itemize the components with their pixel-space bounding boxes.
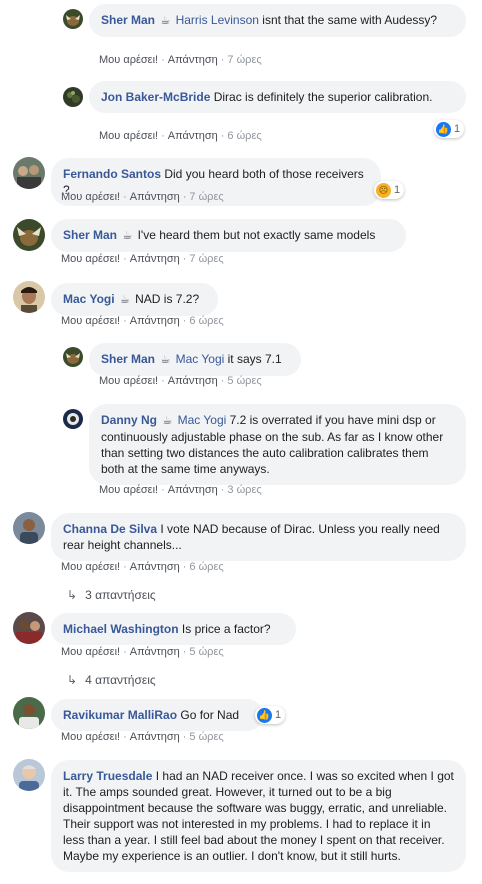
- like-link[interactable]: Μου αρέσει!: [61, 191, 120, 203]
- view-replies-link[interactable]: ↳ 3 απαντήσεις: [67, 588, 156, 602]
- comment-bubble: Ravikumar MalliRao Go for Nad: [51, 699, 263, 731]
- avatar[interactable]: [13, 157, 45, 189]
- comment-actions: Μου αρέσει! · Απάντηση · 3 ώρες: [99, 484, 262, 496]
- comment-actions: Μου αρέσει! · Απάντηση · 6 ώρες: [99, 130, 262, 142]
- comment-bubble: Sher Man ☕ Mac Yogi it says 7.1: [89, 343, 301, 376]
- comment-time[interactable]: 7 ώρες: [227, 54, 261, 66]
- comment-actions: Μου αρέσει! · Απάντηση · 5 ώρες: [99, 375, 262, 387]
- comment-text: Go for Nad: [177, 708, 240, 722]
- reply-arrow-icon: ↳: [67, 588, 78, 602]
- comment-author[interactable]: Ravikumar MalliRao: [63, 708, 177, 722]
- avatar[interactable]: [13, 512, 45, 544]
- comment-time[interactable]: 5 ώρες: [189, 646, 223, 658]
- comment-bubble: Channa De Silva I vote NAD because of Di…: [51, 513, 466, 561]
- comment-author[interactable]: Larry Truesdale: [63, 769, 152, 783]
- like-link[interactable]: Μου αρέσει!: [61, 731, 120, 743]
- reply-link[interactable]: Απάντηση: [130, 646, 180, 658]
- comment-text: NAD is 7.2?: [131, 292, 200, 306]
- reply-link[interactable]: Απάντηση: [168, 130, 218, 142]
- reply-link[interactable]: Απάντηση: [130, 315, 180, 327]
- avatar[interactable]: [13, 759, 45, 791]
- comment-actions: Μου αρέσει! · Απάντηση · 6 ώρες: [61, 561, 224, 573]
- comment-actions: Μου αρέσει! · Απάντηση · 5 ώρες: [61, 646, 224, 658]
- comment-author[interactable]: Sher Man: [63, 228, 117, 242]
- comment-bubble: Michael Washington Is price a factor?: [51, 613, 296, 645]
- coffee-cup-icon: ☕: [160, 15, 171, 27]
- comment-time[interactable]: 6 ώρες: [189, 561, 223, 573]
- reply-link[interactable]: Απάντηση: [130, 731, 180, 743]
- comment-text: Dirac is definitely the superior calibra…: [210, 90, 433, 104]
- coffee-cup-icon: ☕: [162, 415, 173, 427]
- comment-actions: Μου αρέσει! · Απάντηση · 6 ώρες: [61, 315, 224, 327]
- like-link[interactable]: Μου αρέσει!: [61, 253, 120, 265]
- comment-bubble: Sher Man ☕ Harris Levinson isnt that the…: [89, 4, 466, 37]
- like-link[interactable]: Μου αρέσει!: [99, 54, 158, 66]
- like-icon: 👍: [436, 121, 451, 137]
- comment-author[interactable]: Sher Man: [101, 13, 155, 27]
- like-link[interactable]: Μου αρέσει!: [99, 375, 158, 387]
- avatar[interactable]: [13, 612, 45, 644]
- comment-text: isnt that the same with Audessy?: [258, 13, 438, 27]
- reply-link[interactable]: Απάντηση: [168, 375, 218, 387]
- comment-time[interactable]: 5 ώρες: [227, 375, 261, 387]
- comment-author[interactable]: Fernando Santos: [63, 167, 161, 181]
- coffee-cup-icon: ☕: [119, 294, 130, 306]
- comment-actions: Μου αρέσει! · Απάντηση · 7 ώρες: [99, 54, 262, 66]
- comment-bubble: Danny Ng ☕ Mac Yogi 7.2 is overrated if …: [89, 404, 466, 485]
- comment-bubble: Larry Truesdale I had an NAD receiver on…: [51, 760, 466, 872]
- reply-link[interactable]: Απάντηση: [130, 253, 180, 265]
- reaction-count[interactable]: ☹ 1: [374, 181, 405, 199]
- comment-text: it says 7.1: [224, 352, 282, 366]
- comment-author[interactable]: Mac Yogi: [63, 292, 115, 306]
- reply-arrow-icon: ↳: [67, 673, 78, 687]
- coffee-cup-icon: ☕: [122, 230, 133, 242]
- comment-author[interactable]: Channa De Silva: [63, 522, 157, 536]
- comment-time[interactable]: 6 ώρες: [189, 315, 223, 327]
- comment-author[interactable]: Danny Ng: [101, 413, 157, 427]
- like-icon: 👍: [257, 707, 272, 723]
- reaction-count[interactable]: 👍 1: [255, 706, 286, 724]
- avatar[interactable]: [63, 409, 83, 429]
- reply-link[interactable]: Απάντηση: [168, 484, 218, 496]
- avatar[interactable]: [63, 87, 83, 107]
- comment-text: Is price a factor?: [178, 622, 271, 636]
- like-link[interactable]: Μου αρέσει!: [99, 484, 158, 496]
- avatar[interactable]: [63, 9, 83, 29]
- comment-bubble: Jon Baker-McBride Dirac is definitely th…: [89, 81, 466, 113]
- tagged-user[interactable]: Mac Yogi: [178, 413, 227, 427]
- reply-link[interactable]: Απάντηση: [168, 54, 218, 66]
- comment-time[interactable]: 7 ώρες: [189, 253, 223, 265]
- comment-text: I've heard them but not exactly same mod…: [134, 228, 376, 242]
- coffee-cup-icon: ☕: [160, 354, 171, 366]
- comment-time[interactable]: 3 ώρες: [227, 484, 261, 496]
- avatar[interactable]: [63, 347, 83, 367]
- comment-author[interactable]: Michael Washington: [63, 622, 179, 636]
- comment-actions: Μου αρέσει! · Απάντηση · 7 ώρες: [61, 253, 224, 265]
- comment-time[interactable]: 6 ώρες: [227, 130, 261, 142]
- reaction-count[interactable]: 👍 1: [434, 120, 465, 138]
- view-replies-link[interactable]: ↳ 4 απαντήσεις: [67, 673, 156, 687]
- like-link[interactable]: Μου αρέσει!: [61, 646, 120, 658]
- comment-bubble: Mac Yogi ☕ NAD is 7.2?: [51, 283, 218, 316]
- like-link[interactable]: Μου αρέσει!: [61, 561, 120, 573]
- avatar[interactable]: [13, 281, 45, 313]
- comment-author[interactable]: Sher Man: [101, 352, 155, 366]
- avatar[interactable]: [13, 697, 45, 729]
- reply-link[interactable]: Απάντηση: [130, 561, 180, 573]
- comment-text: I had an NAD receiver once. I was so exc…: [63, 769, 454, 863]
- comment-time[interactable]: 7 ώρες: [189, 191, 223, 203]
- tagged-user[interactable]: Harris Levinson: [176, 13, 259, 27]
- comment-time[interactable]: 5 ώρες: [189, 731, 223, 743]
- comment-bubble: Sher Man ☕ I've heard them but not exact…: [51, 219, 406, 252]
- comment-actions: Μου αρέσει! · Απάντηση · 5 ώρες: [61, 731, 224, 743]
- reply-link[interactable]: Απάντηση: [130, 191, 180, 203]
- comment-author[interactable]: Jon Baker-McBride: [101, 90, 210, 104]
- avatar[interactable]: [13, 219, 45, 251]
- like-link[interactable]: Μου αρέσει!: [61, 315, 120, 327]
- tagged-user[interactable]: Mac Yogi: [176, 352, 225, 366]
- sad-face-icon: ☹: [376, 182, 391, 198]
- comment-actions: Μου αρέσει! · Απάντηση · 7 ώρες: [61, 191, 224, 203]
- like-link[interactable]: Μου αρέσει!: [99, 130, 158, 142]
